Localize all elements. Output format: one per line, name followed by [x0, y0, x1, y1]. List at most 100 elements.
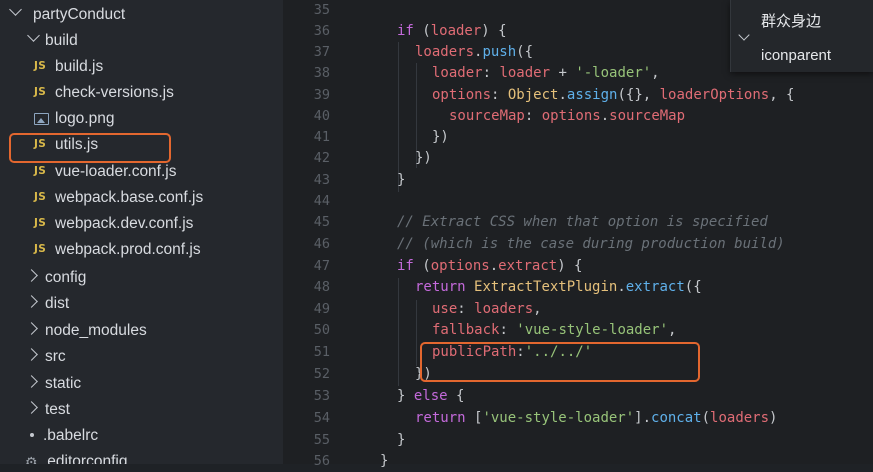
tree-folder-static[interactable]: static — [0, 371, 283, 397]
line-number: 51 — [313, 344, 330, 360]
line-number: 47 — [313, 258, 330, 274]
line-number: 40 — [313, 108, 330, 124]
line-number: 50 — [313, 322, 330, 338]
chevron-down-icon — [9, 3, 22, 16]
chevron-right-icon — [25, 348, 38, 361]
tree-file-build-js[interactable]: JS build.js — [0, 54, 283, 80]
code-text: fallback: 'vue-style-loader', — [432, 322, 677, 338]
folder-label: test — [45, 401, 70, 418]
code-comment: // Extract CSS when that option is speci… — [397, 214, 768, 230]
code-text: return ExtractTextPlugin.extract({ — [415, 279, 702, 295]
code-line: 56} — [283, 451, 873, 472]
code-line: 48 return ExtractTextPlugin.extract({ — [283, 277, 873, 298]
tree-file-check-versions-js[interactable]: JS check-versions.js — [0, 80, 283, 106]
tree-folder-dist[interactable]: dist — [0, 291, 283, 317]
tree-folder-test[interactable]: test — [0, 397, 283, 423]
tree-folder-build[interactable]: build — [0, 28, 283, 54]
code-line: 50 fallback: 'vue-style-loader', — [283, 320, 873, 341]
code-line: 46 // (which is the case during productio… — [283, 234, 873, 255]
line-number: 46 — [313, 236, 330, 252]
code-text: }) — [432, 129, 449, 145]
code-line: 42}) — [283, 148, 873, 169]
javascript-file-icon: JS — [34, 217, 47, 229]
tree-folder-config[interactable]: config — [0, 265, 283, 291]
code-line: 44 — [283, 191, 873, 212]
folder-label: build — [45, 32, 78, 49]
tree-file-webpack-prod-conf-js[interactable]: JS webpack.prod.conf.js — [0, 237, 283, 263]
config-file-icon — [30, 433, 34, 437]
tree-file-editorconfig[interactable]: ⚙ .editorconfig — [0, 449, 283, 464]
dropdown-item-iconparent[interactable]: iconparent — [761, 47, 831, 64]
tree-file-logo-png[interactable]: logo.png — [0, 106, 283, 132]
code-line: 45 // Extract CSS when that option is spe… — [283, 212, 873, 233]
javascript-file-icon: JS — [34, 243, 47, 255]
chevron-down-icon[interactable] — [738, 29, 750, 41]
image-file-icon — [34, 113, 49, 125]
line-number: 53 — [313, 388, 330, 404]
tree-file-webpack-base-conf-js[interactable]: JS webpack.base.conf.js — [0, 185, 283, 211]
code-text: } — [380, 453, 389, 469]
line-number: 39 — [313, 87, 330, 103]
code-line: 55} — [283, 430, 873, 451]
folder-label: src — [45, 348, 66, 365]
file-label: check-versions.js — [55, 84, 174, 101]
gear-icon: ⚙ — [25, 454, 38, 464]
chevron-right-icon — [25, 269, 38, 282]
chevron-down-icon — [27, 29, 40, 42]
highlight-annotation-utils — [9, 133, 171, 163]
line-number: 37 — [313, 44, 330, 60]
file-label: webpack.prod.conf.js — [55, 241, 201, 258]
file-label: build.js — [55, 58, 104, 75]
tree-folder-src[interactable]: src — [0, 344, 283, 370]
tree-file-webpack-dev-conf-js[interactable]: JS webpack.dev.conf.js — [0, 211, 283, 237]
code-text: use: loaders, — [432, 301, 542, 317]
code-text: return ['vue-style-loader'].concat(loade… — [415, 410, 778, 426]
tree-root-folder[interactable]: partyConduct — [0, 2, 283, 28]
code-line: 39 options: Object.assign({}, loaderOptio… — [283, 85, 873, 106]
code-comment: // (which is the case during production … — [397, 236, 785, 252]
code-text: } — [397, 432, 406, 448]
file-explorer: partyConduct build JS build.js JS check-… — [0, 0, 283, 464]
line-number: 41 — [313, 129, 330, 145]
line-number: 52 — [313, 366, 330, 382]
line-number: 48 — [313, 279, 330, 295]
code-text: loader: loader + '-loader', — [432, 65, 660, 81]
code-line: 53 } else { — [283, 386, 873, 407]
dropdown-item-qunzhong[interactable]: 群众身边 — [761, 10, 821, 31]
code-line: 54 return ['vue-style-loader'].concat(loa… — [283, 408, 873, 429]
code-line: 49 use: loaders, — [283, 299, 873, 320]
javascript-file-icon: JS — [34, 165, 47, 177]
folder-label: config — [45, 269, 87, 286]
code-text: if (options.extract) { — [397, 258, 583, 274]
line-number: 49 — [313, 301, 330, 317]
file-label: webpack.dev.conf.js — [55, 215, 194, 232]
line-number: 42 — [313, 150, 330, 166]
folder-label: dist — [45, 295, 70, 312]
line-number: 55 — [313, 432, 330, 448]
file-label: .babelrc — [43, 427, 99, 444]
folder-label: static — [45, 375, 82, 392]
code-text: loaders.push({ — [415, 44, 534, 60]
line-number: 38 — [313, 65, 330, 81]
file-label: vue-loader.conf.js — [55, 163, 177, 180]
code-text: }) — [415, 150, 432, 166]
chevron-right-icon — [25, 295, 38, 308]
highlight-annotation-publicpath — [420, 342, 700, 382]
chevron-right-icon — [25, 401, 38, 414]
tree-file-babelrc[interactable]: .babelrc — [0, 423, 283, 449]
code-text: } — [397, 172, 406, 188]
tree-folder-node-modules[interactable]: node_modules — [0, 318, 283, 344]
code-line: 47 if (options.extract) { — [283, 256, 873, 277]
line-number: 44 — [313, 193, 330, 209]
line-number: 45 — [313, 214, 330, 230]
chevron-right-icon — [25, 375, 38, 388]
file-label: logo.png — [55, 110, 115, 127]
javascript-file-icon: JS — [34, 60, 47, 72]
code-text: options: Object.assign({}, loaderOptions… — [432, 87, 795, 103]
javascript-file-icon: JS — [34, 86, 47, 98]
code-text: } else { — [397, 388, 465, 404]
line-number: 54 — [313, 410, 330, 426]
code-text: if (loader) { — [397, 23, 507, 39]
line-number: 43 — [313, 172, 330, 188]
code-line: 41}) — [283, 127, 873, 148]
